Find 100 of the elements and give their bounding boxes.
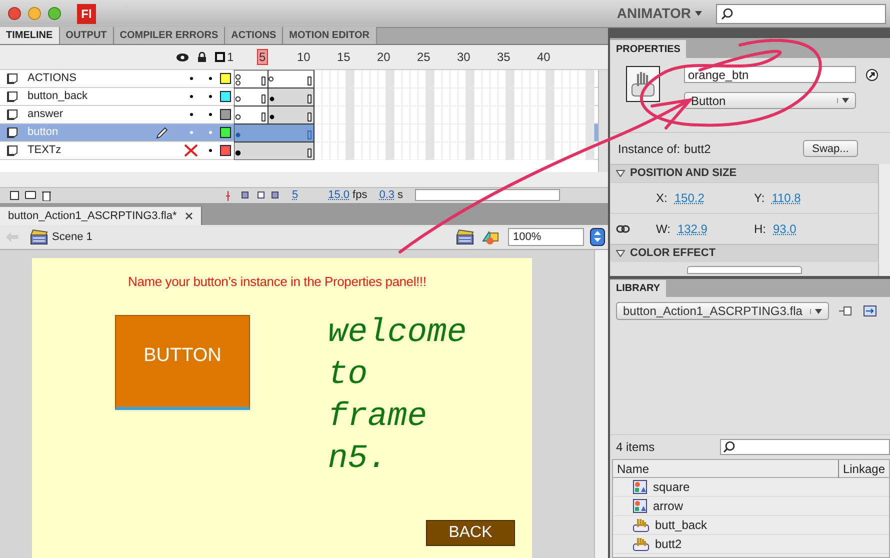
zoom-field[interactable]: 100% — [508, 228, 584, 246]
elapsed-time[interactable]: 0.3 — [379, 187, 395, 204]
layer-color-swatch[interactable] — [220, 127, 232, 138]
item-count: 4 items — [616, 439, 656, 456]
document-tab[interactable]: button_Action1_ASCRPTING3.fla* — [0, 206, 202, 225]
folder-icon[interactable] — [25, 191, 36, 200]
edit-scene-icon[interactable] — [456, 228, 474, 245]
layer-icon — [6, 73, 18, 84]
layer-name: button — [28, 125, 60, 140]
app-logo: Fl — [77, 4, 96, 24]
back-button[interactable]: BACK — [426, 520, 515, 546]
library-item[interactable]: butt2 — [613, 535, 889, 554]
frame-number: 20 — [377, 50, 390, 64]
library-file-dropdown[interactable]: button_Action1_ASCRPTING3.fla — [616, 302, 829, 320]
frame-number: 30 — [457, 50, 470, 64]
frame-number: 10 — [297, 50, 310, 64]
disclosure-icon[interactable] — [616, 170, 625, 177]
library-item-name: arrow — [653, 498, 684, 515]
welcome-text: welcome — [328, 313, 467, 354]
frame-rate[interactable]: 15.0 — [328, 187, 350, 204]
properties-scrollbar[interactable] — [878, 164, 890, 276]
swap-button[interactable]: Swap... — [803, 140, 858, 157]
new-layer-icon[interactable] — [10, 190, 19, 200]
library-item[interactable]: square — [613, 478, 889, 497]
library-search-field[interactable] — [720, 439, 890, 455]
properties-tab[interactable]: PROPERTIES — [610, 40, 686, 58]
panel-tab[interactable]: TIMELINE — [0, 27, 60, 44]
instance-name-field[interactable]: orange_btn — [684, 66, 856, 83]
horizontal-scrollbar[interactable] — [415, 189, 560, 202]
link-icon[interactable] — [616, 225, 630, 233]
field-value[interactable]: 150.2 — [674, 189, 704, 207]
color-style-dropdown[interactable] — [686, 266, 802, 274]
frame-number: 40 — [537, 50, 550, 64]
instance-of-label: Instance of: — [618, 140, 680, 158]
field-label: Y: — [754, 190, 765, 207]
time-unit: s — [398, 188, 404, 204]
panel-tab[interactable]: ACTIONS — [225, 27, 284, 44]
layer-icon — [6, 91, 18, 102]
outline-icon[interactable] — [215, 52, 225, 62]
vertical-scrollbar[interactable] — [594, 250, 608, 558]
scene-icon[interactable] — [30, 228, 48, 245]
library-item[interactable]: arrow — [613, 497, 889, 516]
close-button[interactable] — [8, 7, 21, 20]
layer-icon — [6, 145, 18, 156]
caret-icon — [695, 11, 702, 16]
workspace-menu[interactable]: ANIMATOR — [616, 3, 702, 24]
hidden-icon[interactable] — [184, 144, 198, 157]
frame-number: 1 — [227, 50, 234, 64]
pin-icon[interactable] — [839, 306, 853, 316]
field-label: W: — [656, 221, 670, 238]
scene-label[interactable]: Scene 1 — [52, 228, 92, 246]
section-header[interactable]: COLOR EFFECT — [610, 244, 878, 262]
instruction-text: Name your button’s instance in the Properties panel!!! — [128, 272, 428, 291]
library-item-name: square — [653, 479, 690, 496]
welcome-text: n5. — [328, 439, 388, 480]
zoom-stepper[interactable] — [590, 228, 605, 246]
button-label: BUTTON — [144, 344, 222, 366]
panel-tab[interactable]: COMPILER ERRORS — [114, 27, 226, 44]
eye-icon[interactable] — [176, 52, 189, 62]
search-icon — [721, 8, 733, 20]
new-library-icon[interactable] — [863, 305, 877, 317]
field-label: X: — [656, 190, 668, 207]
layer-color-swatch[interactable] — [220, 145, 232, 156]
stepper-arrows-icon — [594, 231, 601, 242]
field-value[interactable]: 110.8 — [772, 189, 801, 207]
button-symbol-icon — [633, 518, 649, 532]
layer-color-swatch[interactable] — [220, 91, 232, 102]
edit-arrow-icon[interactable] — [866, 69, 878, 81]
search-field[interactable] — [716, 4, 886, 24]
current-frame[interactable]: 5 — [292, 187, 298, 204]
library-tab[interactable]: LIBRARY — [610, 280, 666, 297]
lock-icon[interactable] — [197, 52, 207, 62]
maximize-button[interactable] — [48, 7, 61, 20]
layer-color-swatch[interactable] — [220, 109, 232, 120]
field-value[interactable]: 93.0 — [773, 220, 796, 238]
scrollbar[interactable] — [598, 70, 608, 172]
disclosure-icon[interactable] — [616, 250, 625, 257]
search-icon — [723, 441, 735, 453]
field-value[interactable]: 132.9 — [677, 220, 708, 238]
graphic-symbol-icon — [633, 480, 647, 494]
graphic-symbol-icon — [633, 499, 647, 513]
section-header[interactable]: POSITION AND SIZE — [610, 164, 878, 182]
column-header[interactable]: Linkage — [838, 460, 889, 478]
welcome-text: to — [328, 355, 369, 396]
edit-symbols-icon[interactable] — [482, 228, 500, 245]
panel-tab[interactable]: MOTION EDITOR — [283, 27, 376, 44]
library-item[interactable]: butt_back — [613, 516, 889, 535]
trash-icon[interactable] — [42, 190, 51, 201]
symbol-type-dropdown[interactable]: Button — [684, 92, 856, 109]
panel-tab[interactable]: OUTPUT — [60, 27, 114, 44]
welcome-text: frame — [328, 397, 428, 438]
layer-color-swatch[interactable] — [220, 73, 232, 84]
layer-icon — [6, 127, 18, 138]
column-header[interactable]: Name — [613, 460, 838, 478]
frame-number: 5 — [257, 49, 268, 65]
layer-icon — [6, 109, 18, 120]
layer-name: button_back — [28, 89, 88, 104]
frame-number: 25 — [417, 50, 430, 64]
close-icon[interactable] — [184, 212, 193, 220]
frame-number: 15 — [337, 50, 350, 64]
